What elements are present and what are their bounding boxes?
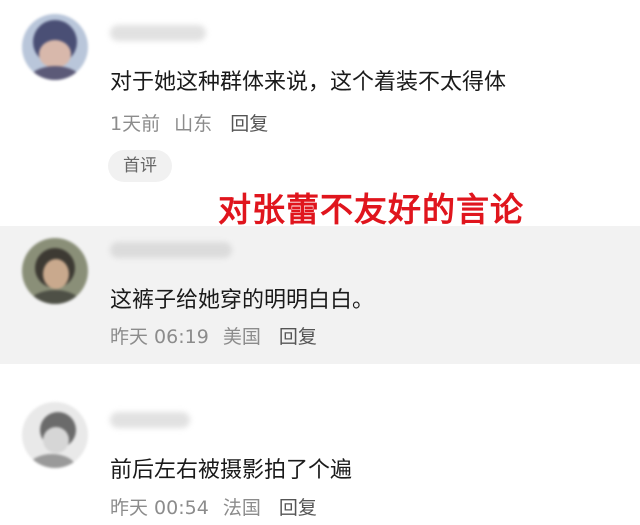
comment-text: 这裤子给她穿的明明白白。 xyxy=(110,288,375,313)
first-comment-badge: 首评 xyxy=(108,150,172,182)
username-blurred[interactable] xyxy=(110,242,232,258)
comment-item-3: 前后左右被摄影拍了个遍 昨天 00:54 法国 回复 xyxy=(0,390,640,525)
comment-time: 昨天 06:19 xyxy=(110,326,209,348)
user-avatar-icon xyxy=(22,238,88,304)
username-blurred[interactable] xyxy=(110,412,190,428)
user-avatar-icon xyxy=(22,402,88,468)
comment-meta: 昨天 00:54 法国 回复 xyxy=(110,493,325,520)
comment-location: 法国 xyxy=(222,497,261,519)
comment-meta: 昨天 06:19 美国 回复 xyxy=(110,322,325,349)
comment-text: 对于她这种群体来说，这个着装不太得体 xyxy=(110,70,507,95)
avatar[interactable] xyxy=(22,14,88,80)
annotation-text: 对张蕾不友好的言论 xyxy=(218,190,524,229)
comment-item-1: 对于她这种群体来说，这个着装不太得体 1天前 山东 回复 首评 xyxy=(0,0,640,200)
comment-location: 山东 xyxy=(174,113,213,135)
comment-meta: 1天前 山东 回复 xyxy=(110,109,276,136)
comment-location: 美国 xyxy=(222,326,261,348)
user-avatar-icon xyxy=(22,14,88,80)
comment-time: 昨天 00:54 xyxy=(110,497,209,519)
reply-button[interactable]: 回复 xyxy=(279,497,317,519)
avatar[interactable] xyxy=(22,238,88,304)
comment-text: 前后左右被摄影拍了个遍 xyxy=(110,458,353,483)
username-blurred[interactable] xyxy=(110,25,206,41)
avatar[interactable] xyxy=(22,402,88,468)
reply-button[interactable]: 回复 xyxy=(230,113,268,135)
reply-button[interactable]: 回复 xyxy=(279,326,317,348)
comment-time: 1天前 xyxy=(110,113,161,135)
comment-item-2: 这裤子给她穿的明明白白。 昨天 06:19 美国 回复 xyxy=(0,226,640,364)
